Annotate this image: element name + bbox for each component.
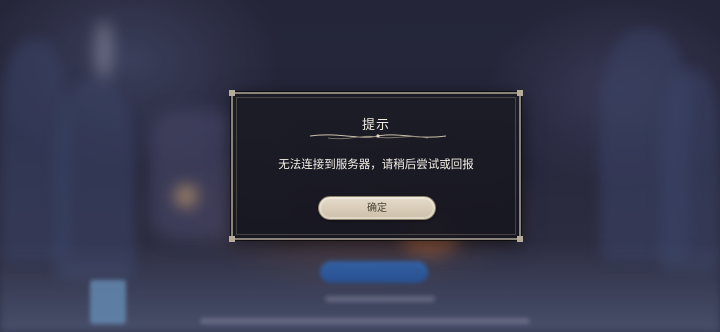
corner-ornament [517, 90, 523, 96]
alert-dialog: 提示 无法连接到服务器，请稍后尝试或回报 确定 [229, 90, 523, 242]
dialog-message: 无法连接到服务器，请稍后尝试或回报 [278, 157, 474, 171]
corner-ornament [229, 90, 235, 96]
confirm-button[interactable]: 确定 [318, 196, 436, 220]
corner-ornament [517, 236, 523, 242]
game-background: 提示 无法连接到服务器，请稍后尝试或回报 确定 [0, 0, 720, 332]
title-flourish-icon [309, 134, 447, 140]
corner-ornament [229, 236, 235, 242]
